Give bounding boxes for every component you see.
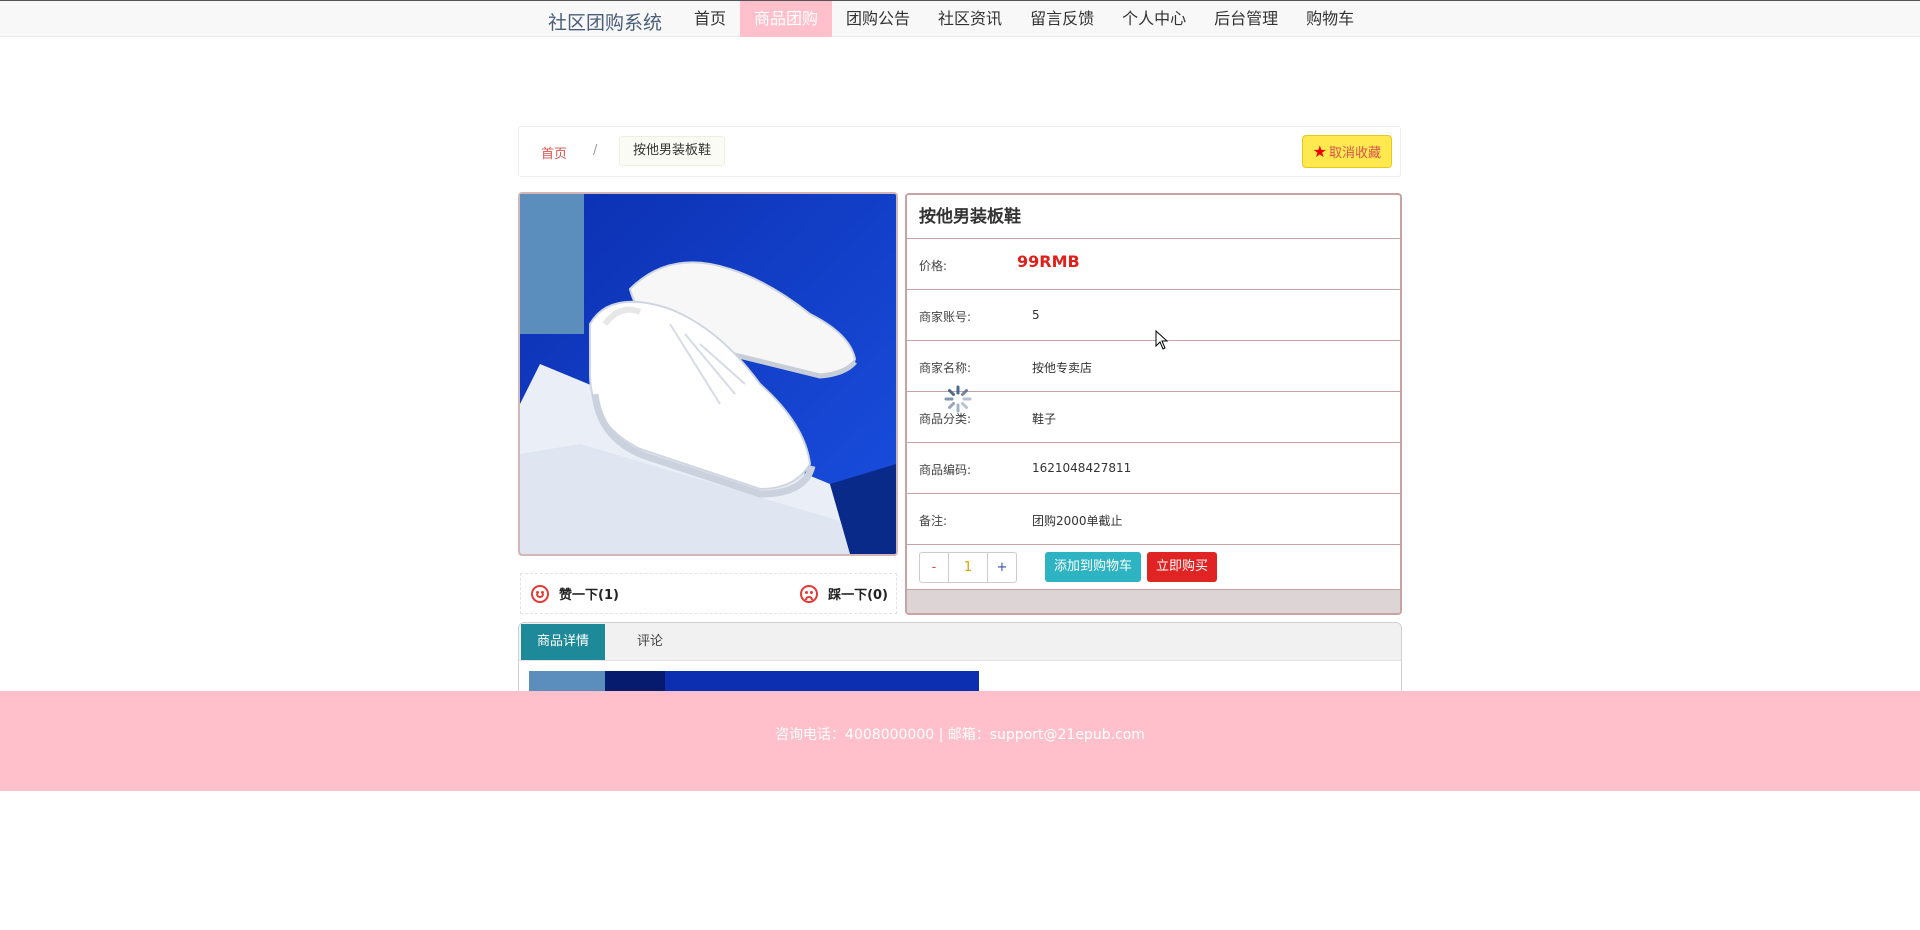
tab-comments[interactable]: 评论 (621, 624, 679, 660)
frown-icon (800, 584, 819, 603)
nav-menu: 首页 商品团购 团购公告 社区资讯 留言反馈 个人中心 后台管理 购物车 (680, 1, 1368, 37)
top-navbar: 社区团购系统 首页 商品团购 团购公告 社区资讯 留言反馈 个人中心 后台管理 … (0, 0, 1920, 37)
breadcrumb-home-link[interactable]: 首页 (541, 143, 567, 162)
nav-item-home[interactable]: 首页 (680, 1, 740, 37)
page-footer: 咨询电话：4008000000 | 邮箱：support@21epub.com (0, 691, 1920, 791)
merchant-name-value: 按他专卖店 (1032, 361, 1093, 375)
quantity-stepper: - 1 + (919, 552, 1017, 583)
like-label: 赞一下(1) (559, 588, 619, 603)
nav-item-group-buy[interactable]: 商品团购 (740, 1, 833, 37)
info-row-product-code: 商品编码: 1621048427811 (907, 443, 1400, 494)
breadcrumb-separator: / (593, 143, 598, 158)
category-value: 鞋子 (1032, 412, 1057, 426)
quantity-increase-button[interactable]: + (988, 553, 1016, 582)
info-row-merchant-account: 商家账号: 5 (907, 290, 1400, 341)
nav-item-admin[interactable]: 后台管理 (1200, 1, 1292, 37)
price-label: 价格: (919, 259, 948, 273)
product-title: 按他男装板鞋 (907, 195, 1400, 239)
remark-label: 备注: (919, 514, 948, 528)
breadcrumb-current: 按他男装板鞋 (619, 136, 726, 166)
product-image (518, 192, 898, 556)
dislike-label: 踩一下(0) (828, 588, 888, 603)
unfavorite-button[interactable]: ★ 取消收藏 (1301, 135, 1392, 168)
product-tabs: 商品详情 评论 (518, 622, 1402, 692)
info-row-merchant-name: 商家名称: 按他专卖店 (907, 341, 1400, 392)
smile-icon (531, 584, 549, 603)
tab-product-details[interactable]: 商品详情 (521, 624, 606, 660)
quantity-decrease-button[interactable]: - (920, 553, 948, 582)
quantity-input[interactable]: 1 (948, 553, 988, 582)
nav-item-announcements[interactable]: 团购公告 (832, 1, 924, 37)
merchant-name-label: 商家名称: (919, 361, 972, 375)
remark-value: 团购2000单截止 (1032, 514, 1123, 528)
merchant-account-value: 5 (1032, 308, 1040, 322)
info-row-remark: 备注: 团购2000单截止 (907, 494, 1400, 545)
breadcrumb: 首页 / 按他男装板鞋 ★ 取消收藏 (518, 126, 1401, 177)
unfavorite-label: 取消收藏 (1328, 146, 1381, 161)
tabs-header: 商品详情 评论 (519, 623, 1401, 661)
product-detail-image (529, 671, 979, 691)
star-icon: ★ (1312, 142, 1327, 161)
purchase-actions: - 1 + 添加到购物车 立即购买 (907, 545, 1400, 590)
info-row-category: 商品分类: 鞋子 (907, 392, 1400, 443)
footer-contact-text: 咨询电话：4008000000 | 邮箱：support@21epub.com (775, 727, 1145, 743)
info-row-price: 价格: 99RMB (907, 239, 1400, 290)
price-value: 99RMB (1017, 252, 1080, 271)
buy-now-button[interactable]: 立即购买 (1147, 552, 1218, 582)
merchant-account-label: 商家账号: (919, 310, 972, 324)
like-button[interactable]: 赞一下(1) (531, 584, 619, 603)
mouse-cursor-icon (1155, 330, 1169, 350)
nav-item-community-news[interactable]: 社区资讯 (924, 1, 1016, 37)
nav-item-feedback[interactable]: 留言反馈 (1016, 1, 1108, 37)
loading-spinner-icon (944, 385, 972, 413)
add-to-cart-button[interactable]: 添加到购物车 (1045, 552, 1142, 582)
product-code-label: 商品编码: (919, 463, 972, 477)
panel-footer (907, 590, 1400, 613)
nav-item-cart[interactable]: 购物车 (1292, 1, 1368, 37)
dislike-button[interactable]: 踩一下(0) (800, 584, 888, 603)
product-code-value: 1621048427811 (1032, 461, 1132, 475)
vote-bar: 赞一下(1) 踩一下(0) (520, 573, 897, 614)
nav-item-user-center[interactable]: 个人中心 (1108, 1, 1200, 37)
sneaker-photo (520, 194, 896, 554)
product-info-panel: 按他男装板鞋 价格: 99RMB 商家账号: 5 商家名称: 按他专卖店 商品分… (905, 193, 1402, 615)
brand-title[interactable]: 社区团购系统 (548, 8, 662, 35)
